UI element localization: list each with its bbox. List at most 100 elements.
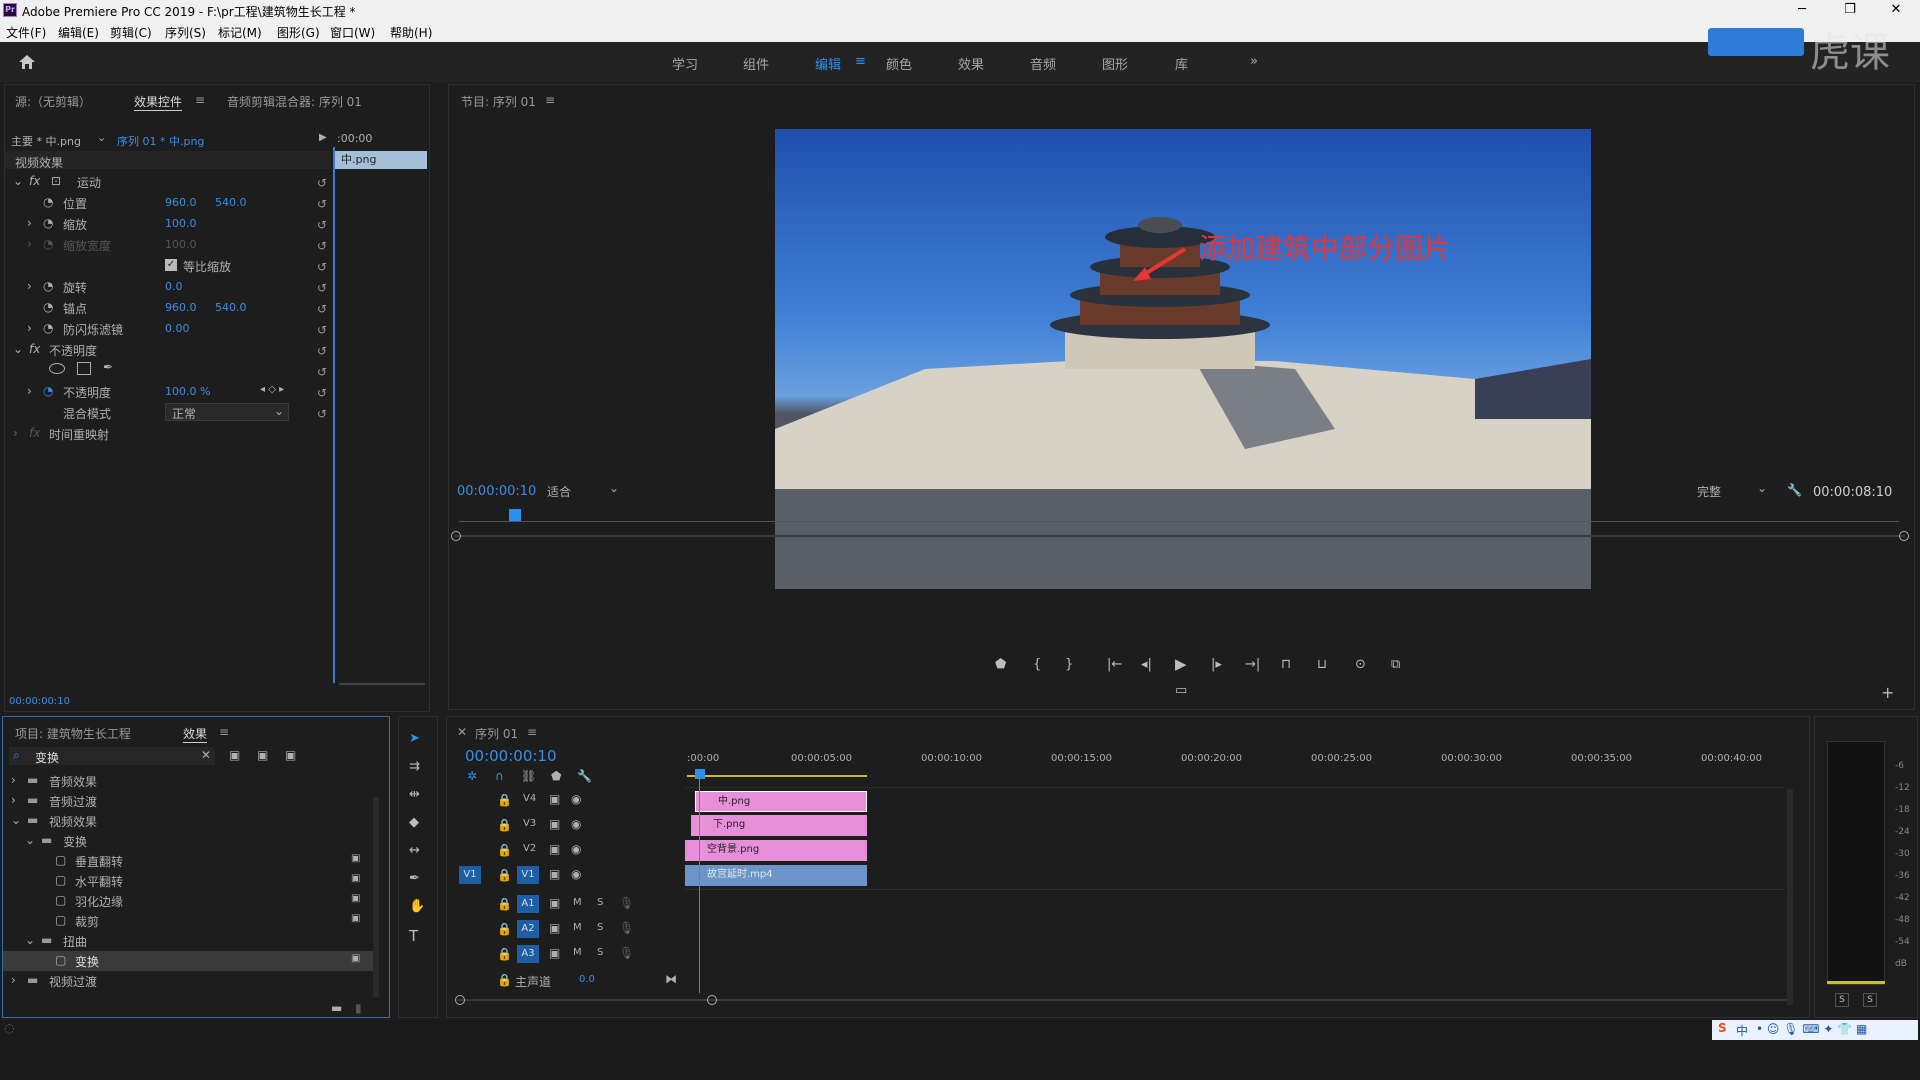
panel-menu-icon[interactable]: ≡ — [545, 93, 555, 107]
stopwatch-icon[interactable]: ◔ — [43, 237, 53, 251]
tab-effects[interactable]: 效果 — [958, 54, 984, 73]
reset-icon[interactable]: ↺ — [317, 215, 331, 236]
reset-icon[interactable]: ↺ — [317, 236, 331, 257]
panel-menu-icon[interactable]: ≡ — [195, 93, 205, 107]
chevron-right-icon[interactable]: › — [27, 384, 32, 398]
menu-file[interactable]: 文件(F) — [6, 24, 46, 41]
stopwatch-icon[interactable]: ◔ — [43, 279, 53, 293]
track-target-a3[interactable]: A3 — [517, 945, 539, 963]
tree-item-horizontal-flip[interactable]: 水平翻转 — [75, 873, 123, 890]
chevron-down-icon[interactable]: ⌄ — [97, 131, 106, 144]
clear-search-icon[interactable]: ✕ — [201, 748, 211, 762]
ime-mode[interactable]: 中 — [1736, 1022, 1748, 1039]
mic-icon[interactable]: 🎙 — [619, 896, 634, 910]
close-button[interactable]: ✕ — [1876, 0, 1916, 20]
mute-button[interactable]: M — [573, 897, 582, 908]
tree-item-vertical-flip[interactable]: 垂直翻转 — [75, 853, 123, 870]
sync-lock-icon[interactable]: ▣ — [549, 867, 560, 881]
timeline-playhead-handle[interactable] — [695, 769, 705, 779]
add-marker-icon[interactable]: ⬟ — [995, 657, 1006, 672]
clip-v2[interactable]: 空背景.png — [685, 840, 867, 861]
sync-lock-icon[interactable]: ▣ — [549, 817, 560, 831]
go-to-end-icon[interactable]: ⧓ — [665, 972, 677, 986]
timeline-playhead[interactable] — [699, 777, 700, 993]
minimize-button[interactable]: ─ — [1782, 0, 1822, 20]
scale-value[interactable]: 100.0 — [165, 217, 197, 230]
track-target-v1[interactable]: V1 — [517, 866, 539, 884]
tab-menu-icon[interactable]: ≡ — [855, 54, 866, 69]
sync-lock-icon[interactable]: ▣ — [549, 842, 560, 856]
tab-effects-panel[interactable]: 效果 — [183, 725, 208, 743]
tree-chevron-icon[interactable]: ⌄ — [25, 833, 35, 847]
track-select-tool-icon[interactable]: ⇉ — [409, 759, 420, 774]
mute-button[interactable]: M — [573, 947, 582, 958]
tree-item-video-transitions[interactable]: 视频过渡 — [49, 973, 97, 990]
reset-icon[interactable]: ↺ — [317, 278, 331, 299]
sync-lock-icon[interactable]: ▣ — [549, 896, 560, 910]
scroll-handle-left[interactable] — [455, 995, 465, 1005]
chevron-right-icon[interactable]: › — [27, 279, 32, 293]
reset-icon[interactable]: ↺ — [317, 257, 331, 278]
lock-icon[interactable]: 🔒 — [497, 947, 512, 961]
zoom-handle-right[interactable] — [1899, 531, 1909, 541]
step-back-icon[interactable]: ◂| — [1141, 657, 1152, 672]
anchor-y-value[interactable]: 540.0 — [215, 301, 247, 314]
lock-icon[interactable]: 🔒 — [497, 818, 512, 832]
mark-out-icon[interactable]: } — [1065, 657, 1073, 672]
master-clip-label[interactable]: 主要 * 中.png — [11, 133, 81, 149]
source-patch-v1[interactable]: V1 — [459, 866, 481, 884]
clip-v3[interactable]: 下.png — [691, 815, 867, 836]
step-forward-icon[interactable]: |▸ — [1211, 657, 1222, 672]
sequence-clip-label[interactable]: 序列 01 * 中.png — [117, 133, 204, 149]
position-y-value[interactable]: 540.0 — [215, 196, 247, 209]
position-x-value[interactable]: 960.0 — [165, 196, 197, 209]
program-title[interactable]: 节目: 序列 01 — [461, 93, 536, 110]
reset-icon[interactable]: ↺ — [317, 383, 331, 404]
type-tool-icon[interactable]: T — [409, 927, 418, 945]
pen-mask-icon[interactable]: ✒ — [103, 360, 113, 374]
transform-box-icon[interactable]: ⊡ — [51, 174, 61, 188]
opacity-value[interactable]: 100.0 % — [165, 385, 210, 398]
safe-margins-icon[interactable]: ▭ — [1175, 683, 1187, 698]
go-to-out-icon[interactable]: →| — [1245, 657, 1260, 672]
new-bin-icon[interactable]: ▬ — [331, 1001, 342, 1015]
search-input[interactable]: 变换 — [35, 749, 59, 766]
snap-icon[interactable]: ∩ — [495, 769, 504, 783]
lock-icon[interactable]: 🔒 — [497, 843, 512, 857]
tree-item-transform-effect[interactable]: 变换 — [75, 953, 99, 970]
clip-v4[interactable]: 中.png — [695, 791, 867, 812]
tree-item-audio-effects[interactable]: 音频效果 — [49, 773, 97, 790]
tree-item-video-effects[interactable]: 视频效果 — [49, 813, 97, 830]
keyframe-nav-icon[interactable]: ◂ ◇ ▸ — [260, 384, 284, 395]
chevron-right-icon[interactable]: › — [27, 321, 32, 335]
chevron-down-icon[interactable]: ⌄ — [13, 174, 23, 188]
timeline-timecode[interactable]: 00:00:00:10 — [465, 747, 557, 765]
stopwatch-icon[interactable]: ◔ — [43, 300, 53, 314]
meter-solo-left[interactable]: S — [1835, 993, 1849, 1007]
add-button[interactable]: + — [1881, 683, 1894, 702]
eye-icon[interactable]: ◉ — [571, 817, 581, 831]
ellipse-mask-icon[interactable] — [49, 363, 65, 374]
solo-button[interactable]: S — [597, 922, 603, 933]
panel-menu-icon[interactable]: ≡ — [527, 725, 537, 739]
menu-help[interactable]: 帮助(H) — [390, 24, 432, 41]
tree-chevron-icon[interactable]: ⌄ — [11, 813, 21, 827]
eye-icon[interactable]: ◉ — [571, 842, 581, 856]
go-to-in-icon[interactable]: |← — [1107, 657, 1122, 672]
reset-icon[interactable]: ↺ — [317, 299, 331, 320]
scroll-handle-right[interactable] — [707, 995, 717, 1005]
tab-assembly[interactable]: 组件 — [743, 54, 769, 73]
menu-window[interactable]: 窗口(W) — [330, 24, 375, 41]
accelerated-effects-icon[interactable]: ▣ — [229, 748, 240, 762]
extract-icon[interactable]: ⊔ — [1317, 657, 1327, 672]
menu-graphics[interactable]: 图形(G) — [277, 24, 320, 41]
program-timecode[interactable]: 00:00:00:10 — [457, 484, 536, 499]
32bit-effects-icon[interactable]: ▣ — [257, 748, 268, 762]
solo-button[interactable]: S — [597, 897, 603, 908]
stopwatch-icon[interactable]: ◔ — [43, 195, 53, 209]
sync-lock-icon[interactable]: ▣ — [549, 946, 560, 960]
razor-tool-icon[interactable]: ◆ — [409, 815, 419, 830]
fit-select[interactable]: 适合 ⌄ — [539, 481, 625, 499]
chevron-down-icon[interactable]: ⌄ — [13, 342, 23, 356]
play-icon[interactable]: ▶ — [1175, 655, 1187, 673]
